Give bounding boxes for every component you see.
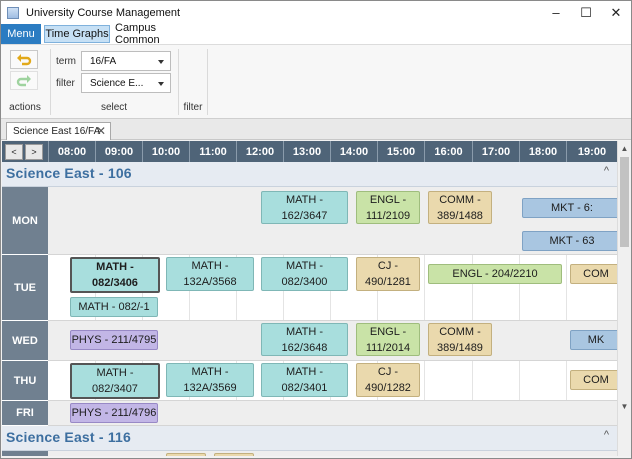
document-tab-bar: Science East 16/FA ✕ <box>1 119 631 140</box>
scroll-up-icon[interactable]: ▲ <box>618 141 631 155</box>
filter-select-value: Science E... <box>90 77 144 89</box>
course-block[interactable]: ENGL - 111/2109 <box>356 191 420 224</box>
app-window: University Course Management – ☐ ✕ Menu … <box>0 0 632 459</box>
course-block[interactable]: COMM - 389/1489 <box>428 323 492 356</box>
window-controls: – ☐ ✕ <box>541 1 631 24</box>
chevron-up-icon[interactable]: ^ <box>604 429 609 441</box>
hour-label: 16:00 <box>424 141 472 162</box>
course-block[interactable]: MKT - 6: <box>522 198 617 218</box>
course-block-selected[interactable]: MATH - 082/3406 <box>70 257 160 293</box>
hour-label: 18:00 <box>519 141 566 162</box>
term-select[interactable]: 16/FA <box>81 51 171 71</box>
course-block[interactable]: COM <box>570 370 617 390</box>
course-block[interactable]: ENGL - 204/2210 <box>428 264 562 284</box>
redo-icon <box>16 74 31 86</box>
course-block[interactable]: MATH - 082/3401 <box>261 363 348 397</box>
filter-select[interactable]: Science E... <box>81 73 171 93</box>
redo-button[interactable] <box>10 71 38 90</box>
ribbon: actions term 16/FA filter Science E... s… <box>1 44 631 119</box>
group-divider <box>207 49 208 115</box>
day-label-tue: TUE <box>2 255 48 321</box>
document-tab[interactable]: Science East 16/FA ✕ <box>6 122 111 140</box>
course-block[interactable]: MATH - 162/3647 <box>261 191 348 224</box>
day-label <box>2 451 48 456</box>
schedule-grid: Science East - 106 ^ MON TUE WED THU FRI… <box>2 162 617 456</box>
course-block[interactable]: MKT - 63 <box>522 231 617 251</box>
course-block[interactable] <box>214 453 254 456</box>
hour-label: 13:00 <box>283 141 330 162</box>
section-header[interactable]: Science East - 116 ^ <box>2 426 617 451</box>
hour-label: 09:00 <box>95 141 142 162</box>
course-block[interactable]: MK <box>570 330 617 350</box>
app-icon <box>7 6 19 19</box>
group-label-select: select <box>100 102 128 113</box>
course-block[interactable]: COM <box>570 264 617 284</box>
course-block[interactable]: PHYS - 211/4796 <box>70 403 158 423</box>
hour-label: 17:00 <box>472 141 519 162</box>
hour-label: 19:00 <box>566 141 617 162</box>
ribbon-tab-bar: Menu Time Graphs Campus Common <box>1 22 631 46</box>
day-label-fri: FRI <box>2 401 48 426</box>
hour-label: 08:00 <box>48 141 95 162</box>
hour-label: 10:00 <box>142 141 189 162</box>
menu-button[interactable]: Menu <box>1 24 41 44</box>
window-title: University Course Management <box>26 6 181 19</box>
undo-button[interactable] <box>10 50 38 69</box>
day-label-thu: THU <box>2 361 48 401</box>
course-block[interactable]: MATH - 132A/3569 <box>166 363 254 397</box>
tab-campus-common[interactable]: Campus Common <box>115 22 203 46</box>
document-tab-label: Science East 16/FA <box>13 126 101 137</box>
course-block[interactable]: PHYS - 211/4795 <box>70 330 158 350</box>
chevron-down-icon <box>158 60 164 64</box>
day-row <box>2 451 617 456</box>
course-block[interactable]: MATH - 132A/3568 <box>166 257 254 291</box>
title-bar: University Course Management – ☐ ✕ <box>1 1 631 24</box>
term-label: term <box>56 56 76 67</box>
hour-label: 12:00 <box>236 141 283 162</box>
scroll-down-icon[interactable]: ▼ <box>618 399 631 413</box>
course-block[interactable]: MATH - 162/3648 <box>261 323 348 356</box>
group-label-filter: filter <box>183 102 203 113</box>
course-block[interactable] <box>166 453 206 456</box>
close-icon[interactable]: ✕ <box>96 124 106 138</box>
course-block[interactable]: COMM - 389/1488 <box>428 191 492 224</box>
day-label-wed: WED <box>2 321 48 361</box>
chevron-down-icon <box>158 82 164 86</box>
hour-label: 15:00 <box>377 141 424 162</box>
filter-label: filter <box>56 78 75 89</box>
prev-button[interactable]: < <box>5 144 23 160</box>
term-select-value: 16/FA <box>90 55 117 67</box>
hour-label: 14:00 <box>330 141 377 162</box>
course-block[interactable]: CJ - 490/1281 <box>356 257 420 291</box>
vertical-scrollbar[interactable]: ▲ ▼ <box>617 141 631 456</box>
course-block[interactable]: MATH - 082/-1 <box>70 297 158 317</box>
course-block[interactable]: ENGL - 111/2014 <box>356 323 420 356</box>
course-block[interactable]: MATH - 082/3407 <box>70 363 160 399</box>
group-label-actions: actions <box>9 102 41 113</box>
tab-time-graphs[interactable]: Time Graphs <box>44 25 110 43</box>
maximize-button[interactable]: ☐ <box>571 1 601 24</box>
scrollbar-thumb[interactable] <box>620 157 629 247</box>
section-title: Science East - 116 <box>6 429 132 445</box>
close-window-button[interactable]: ✕ <box>601 1 631 24</box>
time-header: < > 08:00 09:00 10:00 11:00 12:00 13:00 … <box>2 141 617 162</box>
undo-icon <box>17 53 32 65</box>
minimize-button[interactable]: – <box>541 1 571 24</box>
next-button[interactable]: > <box>25 144 43 160</box>
chevron-up-icon[interactable]: ^ <box>604 165 609 177</box>
hour-label: 11:00 <box>189 141 236 162</box>
day-label-mon: MON <box>2 187 48 255</box>
course-block[interactable]: CJ - 490/1282 <box>356 363 420 397</box>
section-header[interactable]: Science East - 106 ^ <box>2 162 617 187</box>
course-block[interactable]: MATH - 082/3400 <box>261 257 348 291</box>
section-title: Science East - 106 <box>6 165 132 181</box>
